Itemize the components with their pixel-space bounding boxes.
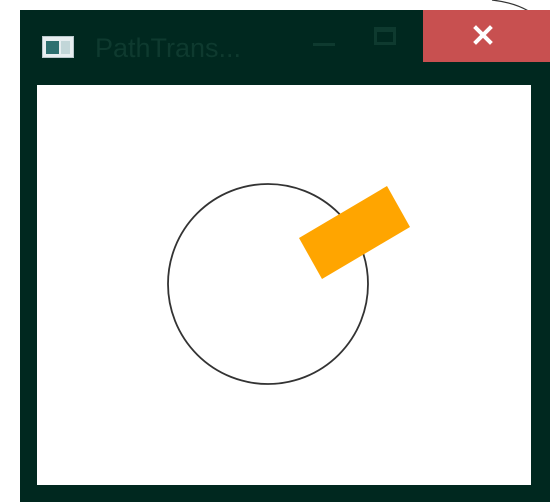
maximize-button[interactable] bbox=[362, 10, 410, 62]
app-window: PathTrans... bbox=[20, 10, 550, 502]
close-icon bbox=[473, 25, 493, 45]
path-circle bbox=[167, 183, 369, 385]
title-bar[interactable]: PathTrans... bbox=[20, 10, 550, 82]
moving-rectangle bbox=[299, 186, 410, 279]
app-icon bbox=[42, 36, 74, 58]
close-button[interactable] bbox=[423, 10, 550, 62]
maximize-icon bbox=[374, 27, 396, 45]
client-area bbox=[37, 85, 531, 485]
minimize-icon bbox=[313, 43, 335, 46]
minimize-button[interactable] bbox=[301, 10, 349, 62]
drawing-canvas bbox=[167, 183, 410, 385]
window-title: PathTrans... bbox=[95, 33, 242, 63]
